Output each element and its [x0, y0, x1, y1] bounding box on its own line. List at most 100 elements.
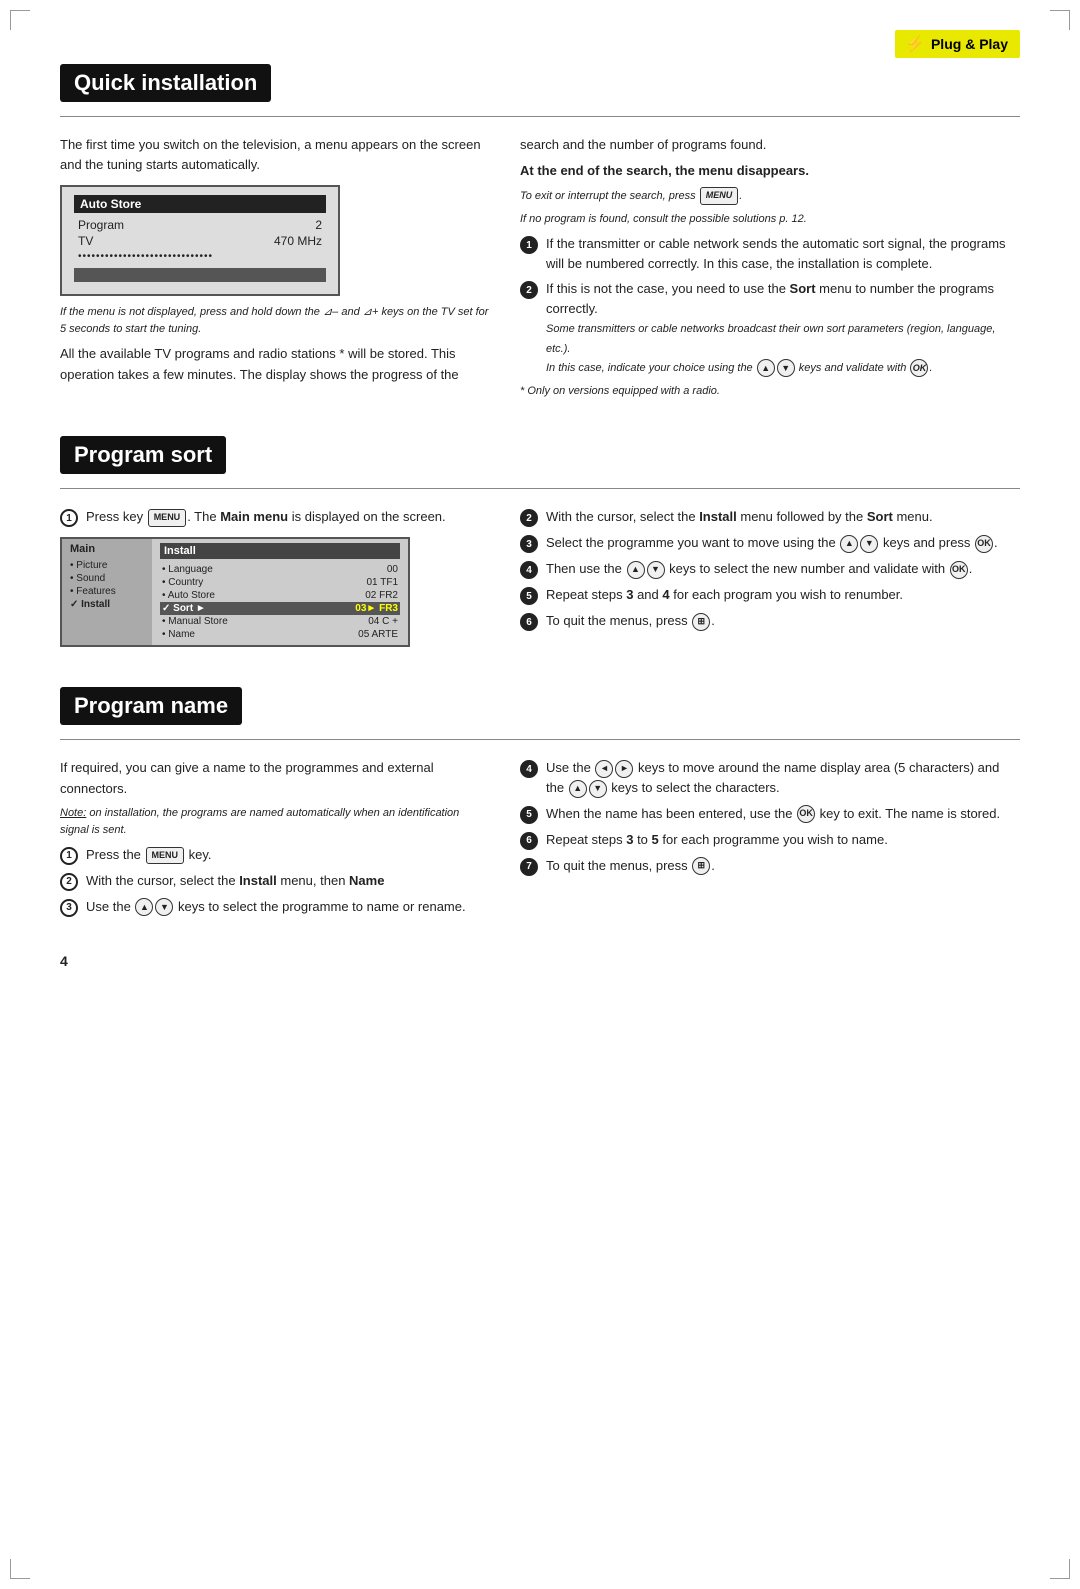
name-left: If required, you can give a name to the …	[60, 758, 490, 922]
asterisk-note: * Only on versions equipped with a radio…	[520, 383, 1020, 400]
install-name: • Name05 ARTE	[160, 628, 400, 641]
ok-key-s3: OK	[975, 535, 993, 553]
quick-install-content: The first time you switch on the televis…	[60, 135, 1020, 406]
name-step-7-content: To quit the menus, press ⊞.	[546, 856, 1020, 876]
quick-install-steps: 1 If the transmitter or cable network se…	[520, 234, 1020, 377]
name-step-num-5: 5	[520, 806, 538, 824]
ok-key-s4: OK	[950, 561, 968, 579]
menu-right-panel: Install • Language00 • Country01 TF1 • A…	[152, 539, 408, 645]
up-key-n4: ▲	[569, 780, 587, 798]
quit-key-n7: ⊞	[692, 857, 710, 875]
name-right: 4 Use the ◄► keys to move around the nam…	[520, 758, 1020, 922]
quick-step-1: 1 If the transmitter or cable network se…	[520, 234, 1020, 273]
down-key-n3: ▼	[155, 898, 173, 916]
down-key-s4: ▼	[647, 561, 665, 579]
ok-key-q: OK	[910, 359, 928, 377]
sort-menu-mockup: Main • Picture • Sound • Features ✓ Inst…	[60, 537, 410, 647]
up-key-n3: ▲	[135, 898, 153, 916]
name-step-5: 5 When the name has been entered, use th…	[520, 804, 1020, 824]
name-step-3: 3 Use the ▲▼ keys to select the programm…	[60, 897, 490, 917]
sort-step-2-content: With the cursor, select the Install menu…	[546, 507, 1020, 527]
sort-step-5-content: Repeat steps 3 and 4 for each program yo…	[546, 585, 1020, 605]
program-sort-section: Program sort 1 Press key MENU. The Main …	[60, 436, 1020, 657]
program-sort-content: 1 Press key MENU. The Main menu is displ…	[60, 507, 1020, 657]
name-step-5-content: When the name has been entered, use the …	[546, 804, 1020, 824]
section-divider-2	[60, 488, 1020, 489]
program-label: Program	[78, 218, 124, 232]
name-step-num-1: 1	[60, 847, 78, 865]
down-key-n4: ▼	[589, 780, 607, 798]
name-steps-left: 1 Press the MENU key. 2 With the cursor,…	[60, 845, 490, 917]
menu-picture: • Picture	[70, 559, 144, 572]
end-search-text: At the end of the search, the menu disap…	[520, 161, 1020, 181]
sort-steps-right: 2 With the cursor, select the Install me…	[520, 507, 1020, 631]
sort-step-6-content: To quit the menus, press ⊞.	[546, 611, 1020, 631]
ok-key-n5: OK	[797, 805, 815, 823]
section-divider	[60, 116, 1020, 117]
name-step-2: 2 With the cursor, select the Install me…	[60, 871, 490, 891]
sort-step-1: 1 Press key MENU. The Main menu is displ…	[60, 507, 490, 527]
menu-features: • Features	[70, 585, 144, 598]
sort-step-num-3: 3	[520, 535, 538, 553]
sort-step-4: 4 Then use the ▲▼ keys to select the new…	[520, 559, 1020, 579]
sort-steps-left: 1 Press key MENU. The Main menu is displ…	[60, 507, 490, 527]
menu-key-sort: MENU	[148, 509, 187, 527]
plug-icon: ⚡	[905, 34, 925, 54]
program-row: Program 2	[74, 217, 326, 233]
auto-store-header: Auto Store	[74, 195, 326, 213]
step-2-content: If this is not the case, you need to use…	[546, 279, 1020, 377]
name-italic-note: Note: on installation, the programs are …	[60, 805, 490, 839]
program-name-title: Program name	[60, 687, 242, 725]
quick-step-2: 2 If this is not the case, you need to u…	[520, 279, 1020, 377]
name-step-num-3: 3	[60, 899, 78, 917]
sort-step-num-2: 2	[520, 509, 538, 527]
sort-right: 2 With the cursor, select the Install me…	[520, 507, 1020, 657]
progress-bar	[74, 268, 326, 282]
install-autostore: • Auto Store02 FR2	[160, 589, 400, 602]
name-step-1-content: Press the MENU key.	[86, 845, 490, 865]
quick-install-left: The first time you switch on the televis…	[60, 135, 490, 406]
crop-mark-tr	[1050, 10, 1070, 30]
sort-step-num-1: 1	[60, 509, 78, 527]
right-key-n4: ►	[615, 760, 633, 778]
install-manualstore: • Manual Store04 C +	[160, 615, 400, 628]
menu-main-label: Main	[70, 543, 144, 555]
down-key-s3: ▼	[860, 535, 878, 553]
section-divider-3	[60, 739, 1020, 740]
menu-sound: • Sound	[70, 572, 144, 585]
up-key-q: ▲	[757, 359, 775, 377]
dots-row: ••••••••••••••••••••••••••••••	[74, 249, 326, 264]
step-num-2: 2	[520, 281, 538, 299]
all-programs-note: All the available TV programs and radio …	[60, 344, 490, 384]
name-step-6: 6 Repeat steps 3 to 5 for each programme…	[520, 830, 1020, 850]
sort-step-num-4: 4	[520, 561, 538, 579]
page-number: 4	[60, 953, 1020, 969]
menu-install: ✓ Install	[70, 598, 144, 611]
menu-key-name: MENU	[146, 847, 185, 865]
exit-note: To exit or interrupt the search, press M…	[520, 187, 1020, 205]
quick-installation-section: Quick installation The first time you sw…	[60, 64, 1020, 406]
name-step-2-content: With the cursor, select the Install menu…	[86, 871, 490, 891]
program-name-section: Program name If required, you can give a…	[60, 687, 1020, 922]
sort-step-1-content: Press key MENU. The Main menu is display…	[86, 507, 490, 527]
tv-label: TV	[78, 234, 93, 248]
name-step-7: 7 To quit the menus, press ⊞.	[520, 856, 1020, 876]
sort-step-5: 5 Repeat steps 3 and 4 for each program …	[520, 585, 1020, 605]
name-step-num-6: 6	[520, 832, 538, 850]
plug-play-bar: ⚡ Plug & Play	[60, 30, 1020, 58]
name-step-num-7: 7	[520, 858, 538, 876]
sort-step-3-content: Select the programme you want to move us…	[546, 533, 1020, 553]
quick-install-right: search and the number of programs found.…	[520, 135, 1020, 406]
tv-value: 470 MHz	[274, 234, 322, 248]
install-header: Install	[160, 543, 400, 559]
sort-step-6: 6 To quit the menus, press ⊞.	[520, 611, 1020, 631]
down-key-q: ▼	[777, 359, 795, 377]
plug-play-badge: ⚡ Plug & Play	[895, 30, 1020, 58]
sort-left: 1 Press key MENU. The Main menu is displ…	[60, 507, 490, 657]
name-step-4-content: Use the ◄► keys to move around the name …	[546, 758, 1020, 797]
name-step-6-content: Repeat steps 3 to 5 for each programme y…	[546, 830, 1020, 850]
menu-not-displayed-note: If the menu is not displayed, press and …	[60, 304, 490, 338]
left-key-n4: ◄	[595, 760, 613, 778]
sort-step-num-5: 5	[520, 587, 538, 605]
sort-step-2: 2 With the cursor, select the Install me…	[520, 507, 1020, 527]
